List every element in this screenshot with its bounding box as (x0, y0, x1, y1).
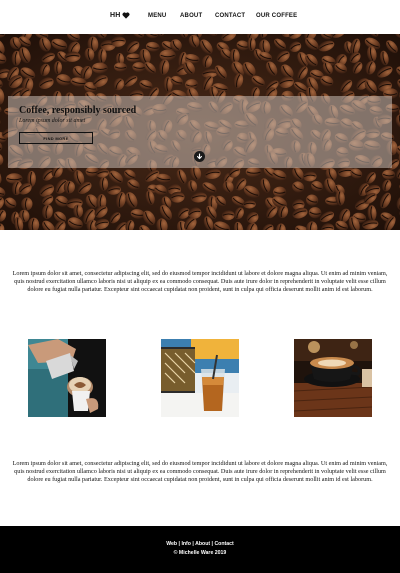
arrow-down-circle-icon[interactable] (194, 151, 205, 162)
top-navigation: HH MENU ABOUT CONTACT OUR COFFEE (0, 0, 400, 34)
footer-copyright: © Michelle Ware 2019 (173, 550, 227, 556)
hero-subtitle: Lorem ipsum dolor sit amet (19, 118, 86, 124)
hero-title: Coffee, responsibly sourced (19, 105, 137, 116)
logo-text: HH (110, 12, 121, 19)
footer-link-about[interactable]: About (195, 541, 210, 547)
footer-links: Web | Info | About | Contact (0, 541, 400, 547)
nav-link-about[interactable]: ABOUT (180, 13, 202, 19)
heart-icon (122, 12, 129, 19)
nav-link-contact[interactable]: CONTACT (215, 13, 245, 19)
nav-link-menu[interactable]: MENU (148, 13, 166, 19)
latte-art-pour-photo (28, 339, 106, 417)
outro-paragraph: Lorem ipsum dolor sit amet, consectetur … (12, 460, 388, 484)
intro-paragraph: Lorem ipsum dolor sit amet, consectetur … (12, 270, 388, 294)
iced-coffee-photo (161, 339, 239, 417)
footer-link-contact[interactable]: Contact (214, 541, 233, 547)
footer-link-info[interactable]: Info (181, 541, 191, 547)
find-more-button[interactable]: FIND MORE (19, 132, 93, 144)
cappuccino-cup-photo (294, 339, 372, 417)
footer-link-web[interactable]: Web (166, 541, 177, 547)
nav-link-our-coffee[interactable]: OUR COFFEE (256, 13, 297, 19)
site-logo[interactable]: HH (110, 12, 130, 19)
